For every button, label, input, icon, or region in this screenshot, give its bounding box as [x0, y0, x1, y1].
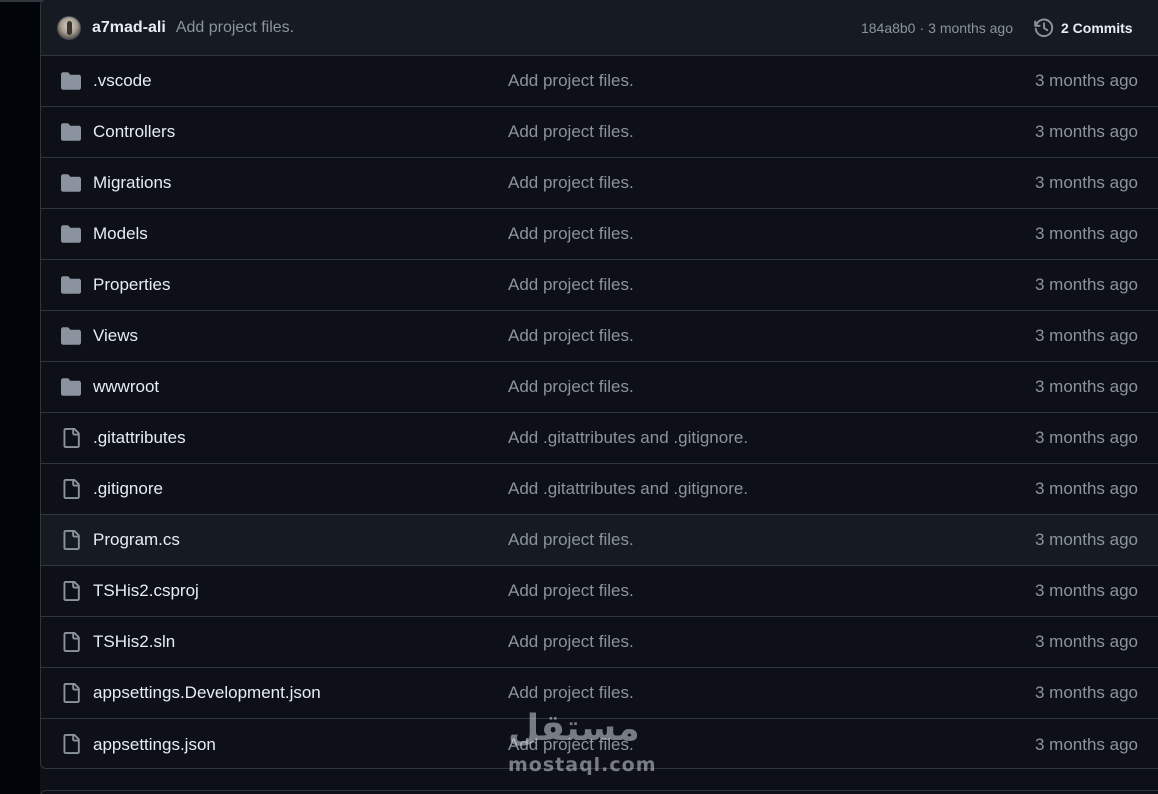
- file-icon: [61, 479, 81, 499]
- file-row[interactable]: .gitignore Add .gitattributes and .gitign…: [41, 464, 1158, 515]
- file-commit-message[interactable]: Add project files.: [508, 377, 634, 397]
- file-name-link[interactable]: Controllers: [93, 122, 175, 142]
- commit-meta: 184a8b0 · 3 months ago: [861, 0, 1013, 56]
- file-row[interactable]: TSHis2.csproj Add project files. 3 months …: [41, 566, 1158, 617]
- file-icon: [61, 581, 81, 601]
- file-name-link[interactable]: appsettings.json: [93, 735, 216, 755]
- meta-separator: ·: [919, 20, 925, 36]
- file-row[interactable]: TSHis2.sln Add project files. 3 months ago: [41, 617, 1158, 668]
- file-commit-message[interactable]: Add project files.: [508, 683, 634, 703]
- file-commit-message[interactable]: Add project files.: [508, 173, 634, 193]
- file-commit-age: 3 months ago: [1034, 122, 1138, 141]
- file-commit-age: 3 months ago: [1034, 683, 1138, 702]
- file-commit-message[interactable]: Add project files.: [508, 122, 634, 142]
- file-name-link[interactable]: Views: [93, 326, 138, 346]
- file-commit-message[interactable]: Add project files.: [508, 530, 634, 550]
- file-name-link[interactable]: .gitignore: [93, 479, 163, 499]
- folder-icon: [61, 71, 81, 91]
- file-commit-message[interactable]: Add project files.: [508, 224, 634, 244]
- folder-icon: [61, 275, 81, 295]
- file-row[interactable]: wwwroot Add project files. 3 months ago: [41, 362, 1158, 413]
- file-row[interactable]: Models Add project files. 3 months ago: [41, 209, 1158, 260]
- page: a7mad-ali Add project files. 184a8b0 · 3…: [0, 0, 1158, 794]
- file-name-link[interactable]: appsettings.Development.json: [93, 683, 321, 703]
- file-row[interactable]: appsettings.Development.json Add project …: [41, 668, 1158, 719]
- next-section-edge: [40, 790, 1158, 794]
- commit-time: 3 months ago: [928, 20, 1013, 36]
- file-commit-age: 3 months ago: [1034, 71, 1138, 90]
- file-commit-message[interactable]: Add project files.: [508, 275, 634, 295]
- file-commit-age: 3 months ago: [1034, 530, 1138, 549]
- file-icon: [61, 428, 81, 448]
- file-commit-age: 3 months ago: [1034, 377, 1138, 396]
- file-commit-age: 3 months ago: [1034, 632, 1138, 651]
- folder-icon: [61, 173, 81, 193]
- file-row[interactable]: .vscode Add project files. 3 months ago: [41, 56, 1158, 107]
- file-name-link[interactable]: .gitattributes: [93, 428, 186, 448]
- file-commit-age: 3 months ago: [1034, 224, 1138, 243]
- folder-icon: [61, 122, 81, 142]
- file-name-link[interactable]: wwwroot: [93, 377, 159, 397]
- file-commit-message[interactable]: Add project files.: [508, 735, 634, 755]
- file-commit-message[interactable]: Add project files.: [508, 632, 634, 652]
- file-name-link[interactable]: Program.cs: [93, 530, 180, 550]
- folder-icon: [61, 377, 81, 397]
- file-commit-age: 3 months ago: [1034, 275, 1138, 294]
- commit-message[interactable]: Add project files.: [176, 19, 294, 37]
- file-commit-age: 3 months ago: [1034, 326, 1138, 345]
- commit-author[interactable]: a7mad-ali: [92, 19, 166, 37]
- history-icon: [1034, 18, 1054, 38]
- file-row[interactable]: .gitattributes Add .gitattributes and .gi…: [41, 413, 1158, 464]
- folder-icon: [61, 224, 81, 244]
- file-commit-message[interactable]: Add .gitattributes and .gitignore.: [508, 479, 748, 499]
- file-commit-message[interactable]: Add project files.: [508, 581, 634, 601]
- file-name-link[interactable]: Properties: [93, 275, 170, 295]
- file-icon: [61, 734, 81, 754]
- file-row[interactable]: Controllers Add project files. 3 months ag…: [41, 107, 1158, 158]
- file-commit-age: 3 months ago: [1034, 581, 1138, 600]
- file-row[interactable]: appsettings.json Add project files. 3 mont…: [41, 719, 1158, 768]
- file-commit-message[interactable]: Add project files.: [508, 326, 634, 346]
- file-icon: [61, 683, 81, 703]
- commits-history-link[interactable]: 2 Commits: [1033, 0, 1133, 56]
- commits-count: 2 Commits: [1061, 20, 1133, 36]
- file-commit-age: 3 months ago: [1034, 479, 1138, 498]
- file-name-link[interactable]: Migrations: [93, 173, 171, 193]
- folder-icon: [61, 326, 81, 346]
- commit-sha[interactable]: 184a8b0: [861, 20, 916, 36]
- left-gutter: [0, 0, 40, 794]
- file-list: .vscode Add project files. 3 months ago Con…: [41, 56, 1158, 768]
- file-row[interactable]: Program.cs Add project files. 3 months ago: [41, 515, 1158, 566]
- file-name-link[interactable]: .vscode: [93, 71, 152, 91]
- file-row[interactable]: Views Add project files. 3 months ago: [41, 311, 1158, 362]
- file-icon: [61, 530, 81, 550]
- file-commit-age: 3 months ago: [1034, 173, 1138, 192]
- file-row[interactable]: Properties Add project files. 3 months ago: [41, 260, 1158, 311]
- file-icon: [61, 632, 81, 652]
- file-row[interactable]: Migrations Add project files. 3 months ago: [41, 158, 1158, 209]
- latest-commit-bar: a7mad-ali Add project files. 184a8b0 · 3…: [41, 0, 1158, 56]
- file-commit-age: 3 months ago: [1034, 734, 1138, 754]
- file-name-link[interactable]: Models: [93, 224, 148, 244]
- file-browser: a7mad-ali Add project files. 184a8b0 · 3…: [40, 0, 1158, 769]
- file-commit-message[interactable]: Add .gitattributes and .gitignore.: [508, 428, 748, 448]
- author-avatar[interactable]: [57, 15, 81, 40]
- file-name-link[interactable]: TSHis2.sln: [93, 632, 175, 652]
- file-commit-message[interactable]: Add project files.: [508, 71, 634, 91]
- file-commit-age: 3 months ago: [1034, 428, 1138, 447]
- file-name-link[interactable]: TSHis2.csproj: [93, 581, 199, 601]
